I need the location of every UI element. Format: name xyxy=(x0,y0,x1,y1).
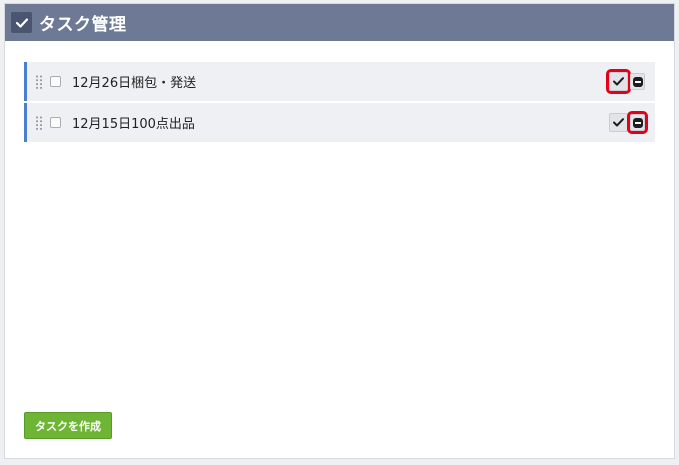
task-list: 12月26日梱包・発送 12月15日100点出品 xyxy=(24,62,655,144)
task-checkbox[interactable] xyxy=(50,117,61,128)
task-panel: タスク管理 12月26日梱包・発送 12月15日100点出品 タスクを作成 xyxy=(4,3,675,459)
task-row: 12月15日100点出品 xyxy=(24,103,655,142)
minus-icon xyxy=(632,76,643,87)
check-icon xyxy=(11,12,32,33)
remove-task-button[interactable] xyxy=(627,111,648,134)
complete-task-button[interactable] xyxy=(609,113,628,132)
check-icon xyxy=(613,77,624,86)
complete-task-button[interactable] xyxy=(606,69,631,94)
task-row: 12月26日梱包・発送 xyxy=(24,62,655,101)
create-task-button[interactable]: タスクを作成 xyxy=(24,412,112,439)
row-actions xyxy=(609,111,648,134)
drag-handle-icon[interactable] xyxy=(36,116,44,130)
row-actions xyxy=(606,69,645,94)
remove-task-button[interactable] xyxy=(630,73,645,90)
task-label: 12月15日100点出品 xyxy=(72,117,195,132)
drag-handle-icon[interactable] xyxy=(36,75,44,89)
check-icon xyxy=(613,118,624,127)
panel-title: タスク管理 xyxy=(39,15,127,35)
minus-icon xyxy=(632,117,643,128)
task-label: 12月26日梱包・発送 xyxy=(72,76,197,91)
panel-header: タスク管理 xyxy=(5,4,674,41)
task-checkbox[interactable] xyxy=(50,76,61,87)
